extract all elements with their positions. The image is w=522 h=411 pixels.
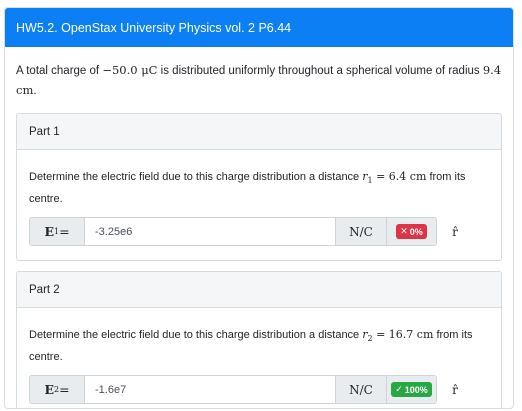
question-text-part: .: [33, 85, 37, 97]
score-cell: ✓ 100%: [386, 376, 436, 404]
unit-label: N/C: [335, 376, 386, 404]
part-1-prompt: Determine the electric field due to this…: [29, 168, 489, 208]
question-text: A total charge of −50.0 μC is distribute…: [5, 47, 513, 101]
question-title: HW5.2. OpenStax University Physics vol. …: [5, 8, 513, 47]
score-cell: ✕ 0%: [386, 218, 436, 246]
part-1-answer-input[interactable]: [85, 218, 335, 246]
part-1: Part 1 Determine the electric field due …: [16, 113, 502, 262]
part-2: Part 2 Determine the electric field due …: [16, 271, 502, 408]
score-badge-correct: ✓ 100%: [391, 382, 432, 398]
equals-sign: =: [59, 382, 70, 398]
part-2-answer-group: E2 = N/C ✓100%: [29, 375, 437, 405]
score-text: 100%: [404, 384, 428, 395]
part-1-answer-group: E1 = N/C ✕0%: [29, 217, 437, 247]
prompt-text: Determine the electric field due to this…: [29, 329, 363, 342]
field-label: E2 =: [30, 376, 85, 404]
unit-vector-help-button[interactable]: r̂: [444, 221, 466, 243]
distance-value: = 6.4 cm: [372, 170, 427, 183]
question-text-part: is distributed uniformly throughout a sp…: [157, 65, 483, 77]
part-2-answer-input[interactable]: [85, 376, 335, 404]
unit-label: N/C: [335, 218, 386, 246]
question-text-part: A total charge of: [16, 65, 103, 77]
part-1-header: Part 1: [17, 114, 501, 150]
field-symbol: E: [44, 224, 54, 240]
distance-expression: r2 = 16.7 cm: [362, 328, 434, 343]
equals-sign: =: [59, 224, 70, 240]
score-text: 0%: [409, 226, 423, 237]
unit-vector-help-button[interactable]: r̂: [444, 379, 466, 401]
field-symbol: E: [44, 382, 54, 398]
charge-value: −50.0 μC: [102, 63, 158, 77]
distance-expression: r1 = 6.4 cm: [362, 170, 427, 185]
question-card: HW5.2. OpenStax University Physics vol. …: [4, 7, 514, 409]
part-2-header: Part 2: [17, 272, 501, 309]
distance-value: = 16.7 cm: [372, 328, 434, 342]
prompt-text: Determine the electric field due to this…: [29, 171, 363, 183]
score-badge-incorrect: ✕ 0%: [396, 224, 427, 240]
x-icon: ✕: [400, 226, 408, 237]
part-2-prompt: Determine the electric field due to this…: [29, 326, 489, 366]
field-label: E1 =: [30, 218, 85, 246]
check-icon: ✓: [395, 384, 403, 395]
